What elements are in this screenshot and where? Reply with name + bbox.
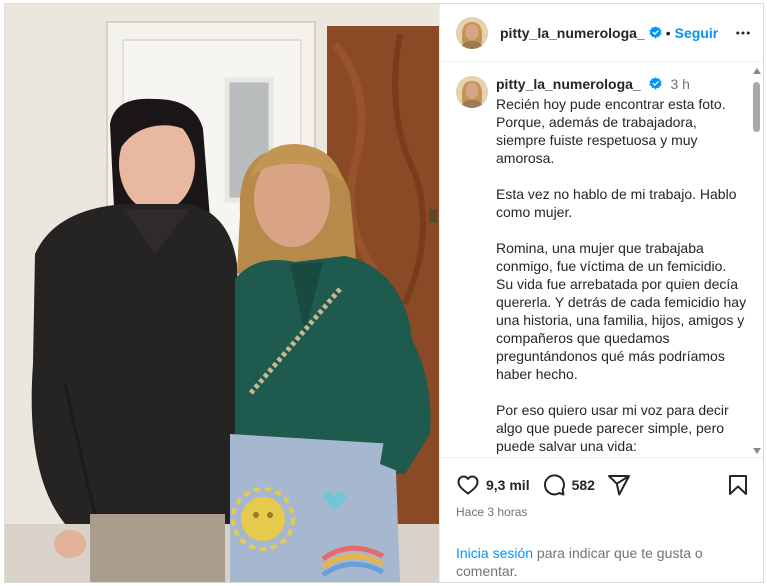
login-link[interactable]: Inicia sesión bbox=[456, 545, 533, 561]
caption-body: pitty_la_numerologa_ 3 h Recién hoy pude… bbox=[496, 75, 748, 455]
caption-avatar-image bbox=[456, 76, 488, 108]
share-icon bbox=[607, 475, 630, 496]
caption-verified-badge-icon bbox=[648, 77, 662, 90]
post-actions: 9,3 mil 582 Hace 3 horas Inicia sesión p… bbox=[440, 457, 763, 582]
avatar[interactable] bbox=[456, 16, 488, 49]
caption-scrollbar[interactable] bbox=[752, 68, 762, 454]
post-timestamp[interactable]: Hace 3 horas bbox=[456, 505, 527, 519]
verified-badge-icon bbox=[649, 26, 662, 39]
instagram-post: pitty_la_numerologa_ • Seguir pitty_la_n… bbox=[4, 3, 764, 583]
comments-count[interactable]: 582 bbox=[572, 477, 595, 493]
post-photo-image bbox=[5, 4, 439, 582]
caption-avatar[interactable] bbox=[456, 76, 488, 108]
heart-icon bbox=[457, 475, 479, 495]
caption-timestamp[interactable]: 3 h bbox=[670, 76, 689, 92]
save-button[interactable] bbox=[726, 473, 750, 502]
caption-username[interactable]: pitty_la_numerologa_ bbox=[496, 76, 641, 92]
post-side-panel: pitty_la_numerologa_ • Seguir pitty_la_n… bbox=[439, 4, 763, 582]
comment-icon bbox=[543, 474, 565, 496]
bookmark-icon bbox=[729, 475, 747, 495]
follow-button[interactable]: Seguir bbox=[675, 25, 719, 41]
comment-button[interactable]: 582 bbox=[542, 473, 595, 497]
share-button[interactable] bbox=[607, 473, 631, 497]
more-options-icon[interactable] bbox=[734, 24, 752, 42]
caption-row: pitty_la_numerologa_ 3 h Recién hoy pude… bbox=[456, 75, 748, 455]
scroll-down-icon[interactable] bbox=[753, 448, 761, 454]
scrollbar-thumb[interactable] bbox=[753, 82, 760, 132]
caption-text: Recién hoy pude encontrar esta foto. Por… bbox=[496, 96, 747, 454]
header-separator: • bbox=[665, 24, 671, 41]
action-row: 9,3 mil 582 bbox=[456, 473, 750, 497]
scroll-up-icon[interactable] bbox=[753, 68, 761, 74]
login-prompt: Inicia sesión para indicar que te gusta … bbox=[456, 544, 736, 580]
avatar-image bbox=[456, 16, 488, 49]
header-username[interactable]: pitty_la_numerologa_ bbox=[500, 25, 645, 41]
like-button[interactable]: 9,3 mil bbox=[456, 473, 530, 497]
post-header: pitty_la_numerologa_ • Seguir bbox=[440, 4, 763, 62]
caption-section[interactable]: pitty_la_numerologa_ 3 h Recién hoy pude… bbox=[440, 63, 763, 456]
likes-count[interactable]: 9,3 mil bbox=[486, 477, 530, 493]
post-photo[interactable] bbox=[5, 4, 439, 582]
caption-user-line: pitty_la_numerologa_ 3 h bbox=[496, 75, 748, 94]
